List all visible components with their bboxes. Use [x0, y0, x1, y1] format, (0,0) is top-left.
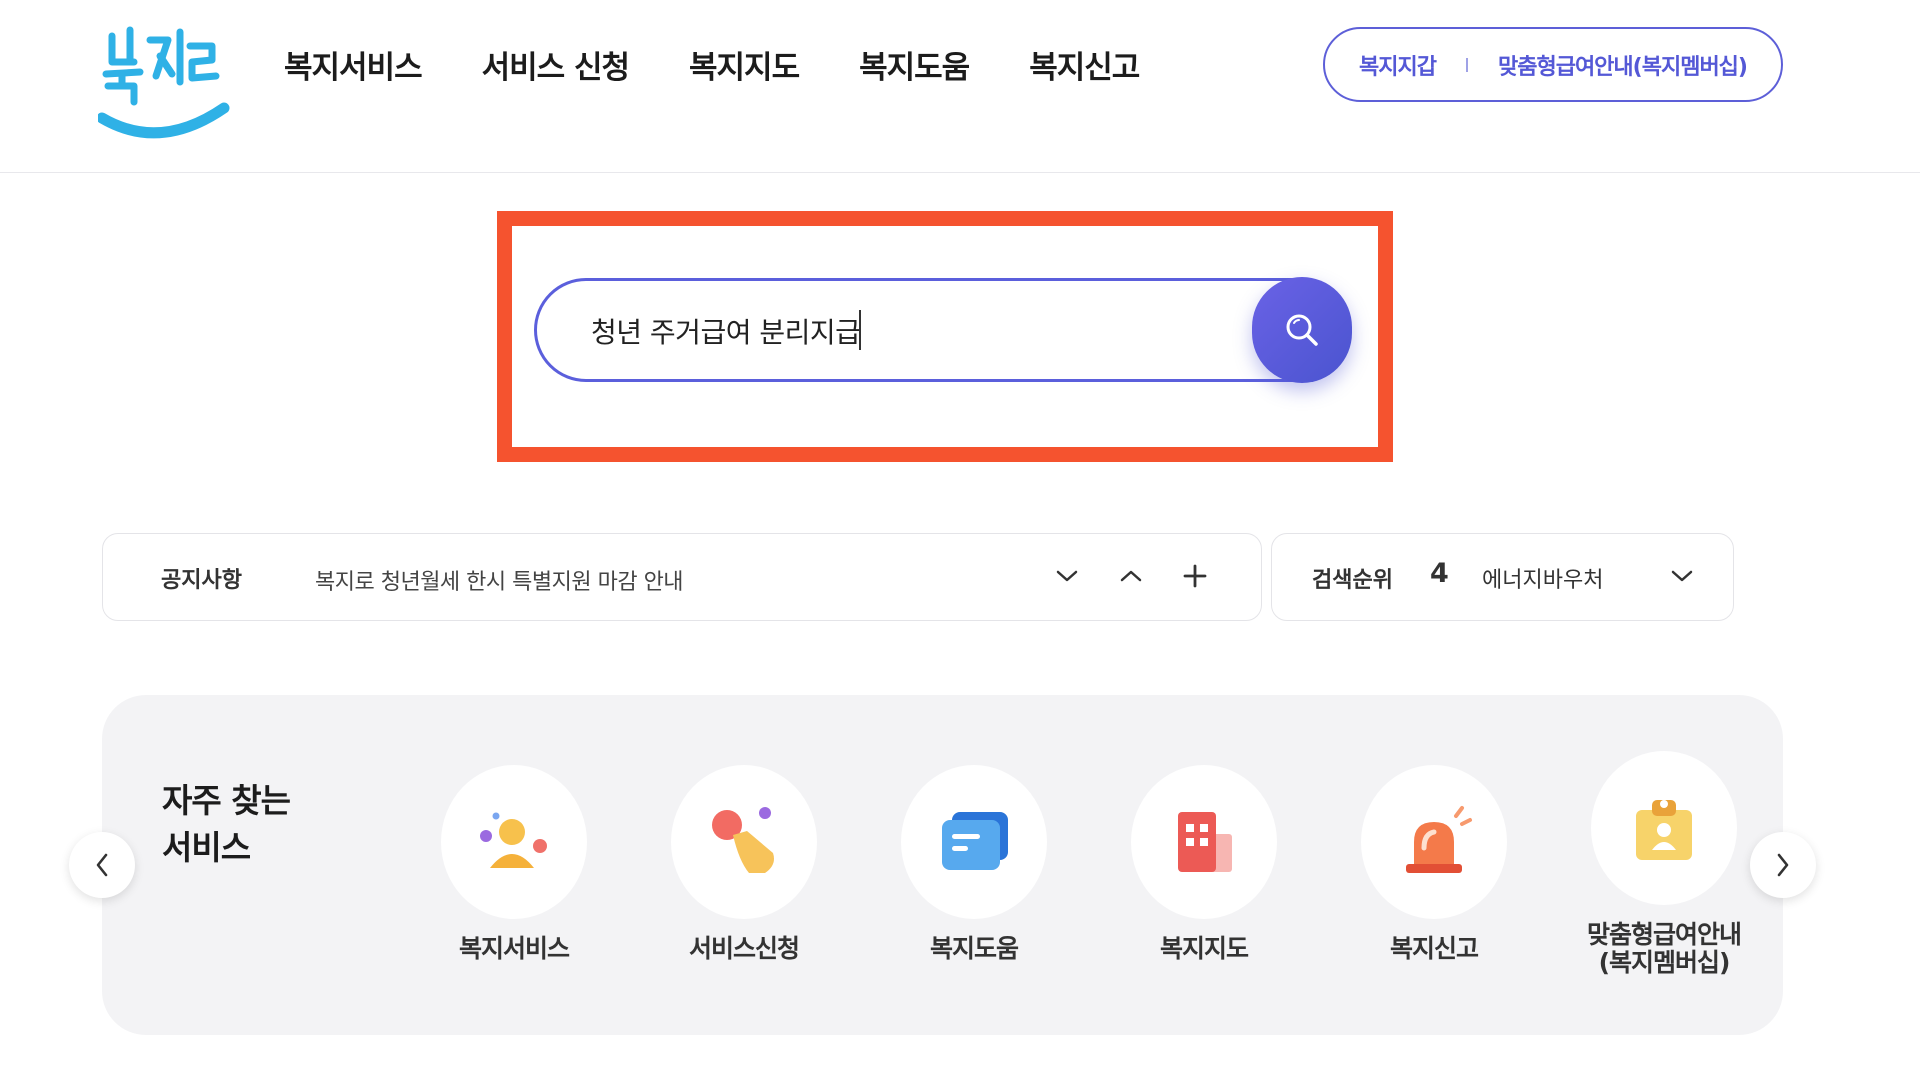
- id-badge-icon: [1636, 800, 1692, 860]
- service-welfare-report[interactable]: 복지신고: [1319, 765, 1549, 963]
- service-icon-circle: [1591, 751, 1737, 905]
- logo[interactable]: [98, 22, 230, 152]
- chevron-right-icon: [1777, 853, 1789, 877]
- site-header: 복지서비스 서비스 신청 복지지도 복지도움 복지신고 복지지갑 맞춤형급여안내…: [0, 0, 1920, 173]
- notice-bar: 공지사항 복지로 청년월세 한시 특별지원 마감 안내: [102, 533, 1262, 621]
- chevron-left-icon: [96, 853, 108, 877]
- nav-item-welfare-service[interactable]: 복지서비스: [284, 42, 423, 87]
- notice-prev-button[interactable]: [1111, 556, 1151, 596]
- search-ranking-bar: 검색순위 4 에너지바우처: [1271, 533, 1734, 621]
- service-welfare-map[interactable]: 복지지도: [1089, 765, 1319, 963]
- notice-label: 공지사항: [161, 568, 242, 593]
- search-icon: [1286, 314, 1318, 346]
- service-label: 복지서비스: [458, 934, 570, 963]
- building-icon: [1178, 812, 1232, 872]
- service-welfare-service[interactable]: 복지서비스: [399, 765, 629, 963]
- ranking-keyword[interactable]: 에너지바우처: [1482, 562, 1603, 594]
- search-button[interactable]: [1252, 277, 1352, 383]
- search-input[interactable]: [589, 303, 1229, 359]
- nav-item-service-apply[interactable]: 서비스 신청: [482, 42, 630, 87]
- search-box: [534, 278, 1351, 382]
- plus-icon: [1183, 564, 1207, 588]
- section-title: 자주 찾는 서비스: [162, 777, 291, 871]
- service-label: 복지도움: [929, 934, 1019, 963]
- service-welfare-help[interactable]: 복지도움: [859, 765, 1089, 963]
- logo-image: [98, 26, 230, 139]
- nav-item-welfare-report[interactable]: 복지신고: [1029, 42, 1140, 87]
- carousel-next-button[interactable]: [1750, 832, 1816, 898]
- service-label: 복지신고: [1389, 934, 1479, 963]
- service-label: 맞춤형급여안내 (복지멤버십): [1549, 921, 1779, 977]
- chat-icon: [942, 812, 1008, 870]
- text-cursor: [859, 310, 861, 350]
- section-title-line2: 서비스: [162, 828, 251, 867]
- ranking-label: 검색순위: [1312, 568, 1393, 593]
- membership-link[interactable]: 맞춤형급여안내(복지멤버십): [1498, 49, 1748, 81]
- service-apply[interactable]: 서비스신청: [629, 765, 859, 963]
- service-icon-circle: [901, 765, 1047, 919]
- ranking-expand-button[interactable]: [1662, 556, 1702, 596]
- carousel-prev-button[interactable]: [69, 832, 135, 898]
- service-icon-circle: [1131, 765, 1277, 919]
- notice-more-button[interactable]: [1175, 556, 1215, 596]
- ranking-number: 4: [1430, 558, 1449, 589]
- service-membership[interactable]: 맞춤형급여안내 (복지멤버십): [1549, 751, 1779, 977]
- service-label: 서비스신청: [688, 934, 800, 963]
- service-label: 복지지도: [1159, 934, 1249, 963]
- notice-next-button[interactable]: [1047, 556, 1087, 596]
- nav-item-welfare-map[interactable]: 복지지도: [689, 42, 800, 87]
- chevron-up-icon: [1120, 570, 1142, 582]
- service-icon-circle: [441, 765, 587, 919]
- quick-links: 복지지갑 맞춤형급여안내(복지멤버십): [1323, 27, 1783, 102]
- notice-text[interactable]: 복지로 청년월세 한시 특별지원 마감 안내: [315, 564, 684, 596]
- service-label-line1: 맞춤형급여안내: [1586, 920, 1742, 949]
- chevron-down-icon: [1056, 570, 1078, 582]
- person-icon: [480, 812, 547, 868]
- divider: [1465, 57, 1468, 72]
- welfare-wallet-link[interactable]: 복지지갑: [1359, 49, 1437, 81]
- service-icon-circle: [671, 765, 817, 919]
- chevron-down-icon: [1671, 570, 1693, 582]
- hand-tap-icon: [712, 807, 774, 873]
- nav-item-welfare-help[interactable]: 복지도움: [859, 42, 970, 87]
- section-title-line1: 자주 찾는: [162, 781, 291, 820]
- service-icon-circle: [1361, 765, 1507, 919]
- service-label-line2: (복지멤버십): [1598, 948, 1731, 977]
- main-nav: 복지서비스 서비스 신청 복지지도 복지도움 복지신고: [284, 40, 1199, 88]
- siren-icon: [1406, 806, 1472, 873]
- frequent-services: 자주 찾는 서비스 복지서비스 서비스신청 복지도움 복지지도 복지신고 맞춤형…: [102, 695, 1783, 1035]
